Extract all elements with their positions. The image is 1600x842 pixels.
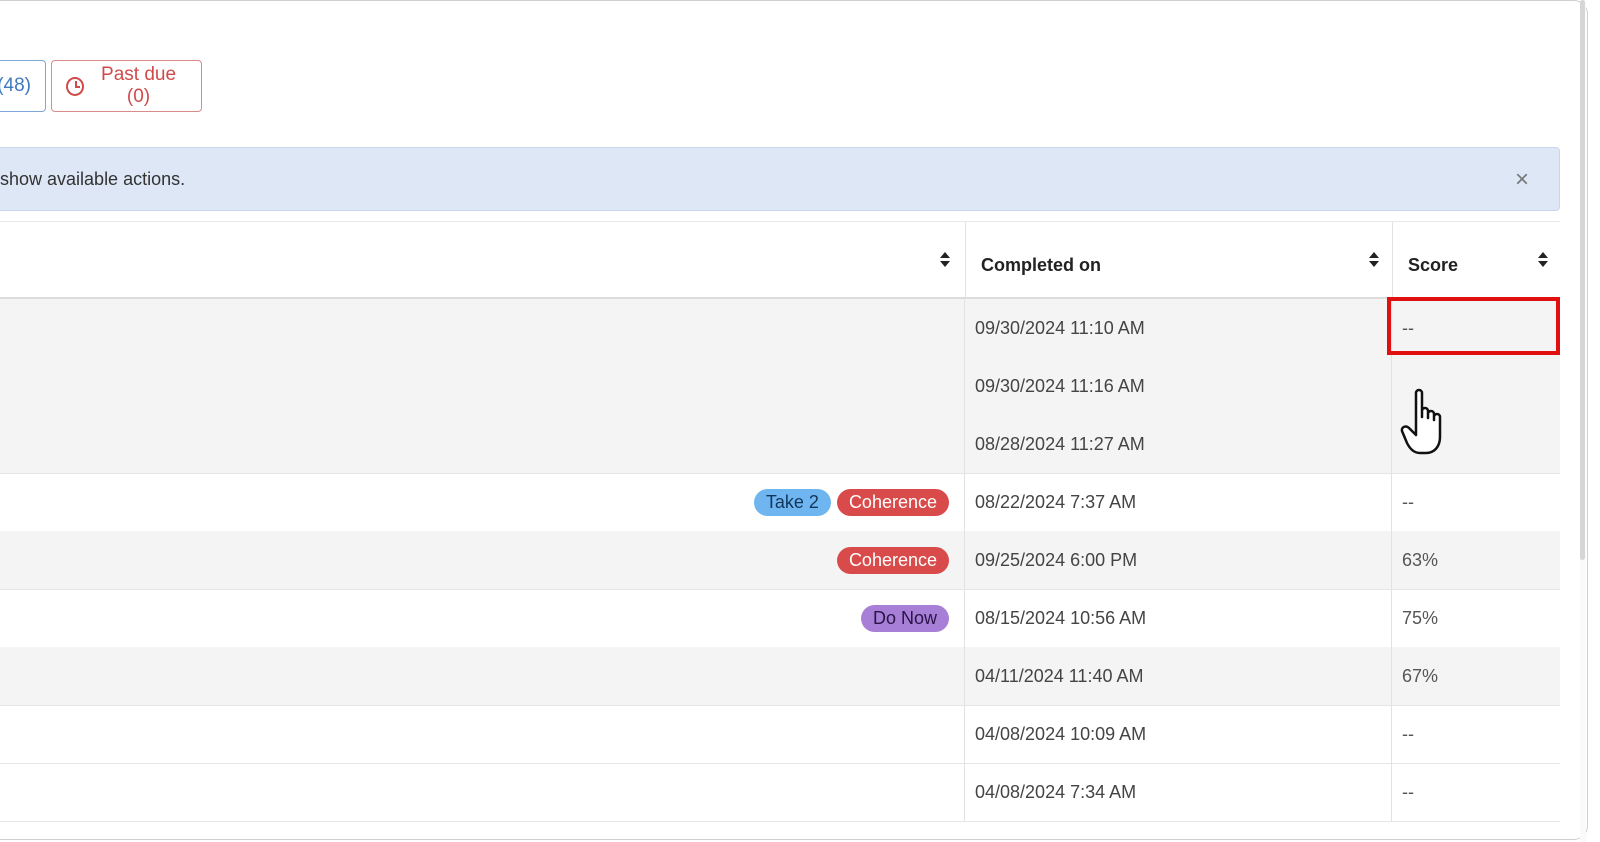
close-icon[interactable]: × bbox=[1515, 166, 1529, 194]
table-row[interactable]: 09/30/2024 11:16 AM bbox=[0, 357, 1560, 416]
score-cell[interactable]: -- bbox=[1392, 705, 1560, 763]
highlight-box bbox=[1387, 297, 1560, 355]
score-cell[interactable]: -- bbox=[1392, 473, 1560, 531]
completed-on-cell: 09/25/2024 6:00 PM bbox=[965, 531, 1392, 589]
badge-donow: Do Now bbox=[860, 605, 949, 632]
title-cell[interactable] bbox=[0, 705, 965, 763]
badge-coherence: Coherence bbox=[836, 489, 949, 516]
badge-take2: Take 2 bbox=[753, 489, 831, 516]
table-row[interactable]: 09/30/2024 11:10 AM -- bbox=[0, 299, 1560, 358]
score-cell[interactable]: 63% bbox=[1392, 531, 1560, 589]
completed-on-cell: 04/08/2024 7:34 AM bbox=[965, 763, 1392, 821]
title-cell[interactable] bbox=[0, 763, 965, 821]
column-header-score[interactable]: Score bbox=[1392, 222, 1560, 298]
table-row[interactable]: 04/11/2024 11:40 AM 67% bbox=[0, 647, 1560, 706]
info-alert-text: show available actions. bbox=[0, 169, 186, 189]
filter-all-button[interactable]: (48) bbox=[0, 60, 46, 112]
table-row[interactable]: 04/08/2024 10:09 AM -- bbox=[0, 705, 1560, 764]
completed-on-cell: 08/15/2024 10:56 AM bbox=[965, 589, 1392, 647]
badge-group: Do Now bbox=[860, 605, 949, 632]
completed-on-cell: 08/28/2024 11:27 AM bbox=[965, 415, 1392, 473]
clock-icon bbox=[66, 76, 85, 96]
badge-group: Take 2 Coherence bbox=[753, 489, 949, 516]
completed-on-header-label: Completed on bbox=[981, 255, 1101, 275]
title-cell[interactable]: Do Now bbox=[0, 589, 965, 647]
completed-on-cell: 08/22/2024 7:37 AM bbox=[965, 473, 1392, 531]
sort-icon[interactable] bbox=[1538, 252, 1548, 270]
title-cell[interactable] bbox=[0, 415, 965, 473]
score-cell[interactable]: 67% bbox=[1392, 647, 1560, 705]
completed-on-cell: 09/30/2024 11:16 AM bbox=[965, 357, 1392, 415]
table-row[interactable]: Coherence 09/25/2024 6:00 PM 63% bbox=[0, 531, 1560, 590]
badge-coherence: Coherence bbox=[836, 547, 949, 574]
column-header-completed-on[interactable]: Completed on bbox=[965, 222, 1393, 298]
completed-on-cell: 04/11/2024 11:40 AM bbox=[965, 647, 1392, 705]
sort-icon[interactable] bbox=[1369, 252, 1379, 270]
title-cell[interactable]: Coherence bbox=[0, 531, 965, 589]
column-header-title[interactable] bbox=[0, 222, 966, 298]
sort-icon[interactable] bbox=[940, 252, 950, 270]
scrollbar-thumb[interactable] bbox=[1580, 0, 1585, 560]
completed-on-cell: 04/08/2024 10:09 AM bbox=[965, 705, 1392, 763]
title-cell[interactable]: Take 2 Coherence bbox=[0, 473, 965, 531]
hand-cursor-icon bbox=[1400, 388, 1442, 455]
table-row[interactable]: Do Now 08/15/2024 10:56 AM 75% bbox=[0, 589, 1560, 648]
table-row[interactable]: 08/28/2024 11:27 AM bbox=[0, 415, 1560, 474]
filter-past-due-label: Past due (0) bbox=[101, 64, 177, 107]
score-cell[interactable]: 75% bbox=[1392, 589, 1560, 647]
filter-past-due-button[interactable]: Past due (0) bbox=[51, 60, 202, 112]
title-cell[interactable] bbox=[0, 647, 965, 705]
table-header: Completed on Score bbox=[0, 221, 1560, 299]
title-cell[interactable] bbox=[0, 357, 965, 415]
badge-group: Coherence bbox=[836, 547, 949, 574]
filter-all-count: (48) bbox=[0, 75, 31, 96]
title-cell[interactable] bbox=[0, 299, 965, 357]
info-alert: show available actions. × bbox=[0, 147, 1560, 211]
table-row[interactable]: Take 2 Coherence 08/22/2024 7:37 AM -- bbox=[0, 473, 1560, 532]
table-row[interactable]: 04/08/2024 7:34 AM -- bbox=[0, 763, 1560, 822]
completed-on-cell: 09/30/2024 11:10 AM bbox=[965, 299, 1392, 357]
score-header-label: Score bbox=[1408, 255, 1459, 275]
score-cell[interactable]: -- bbox=[1392, 763, 1560, 821]
